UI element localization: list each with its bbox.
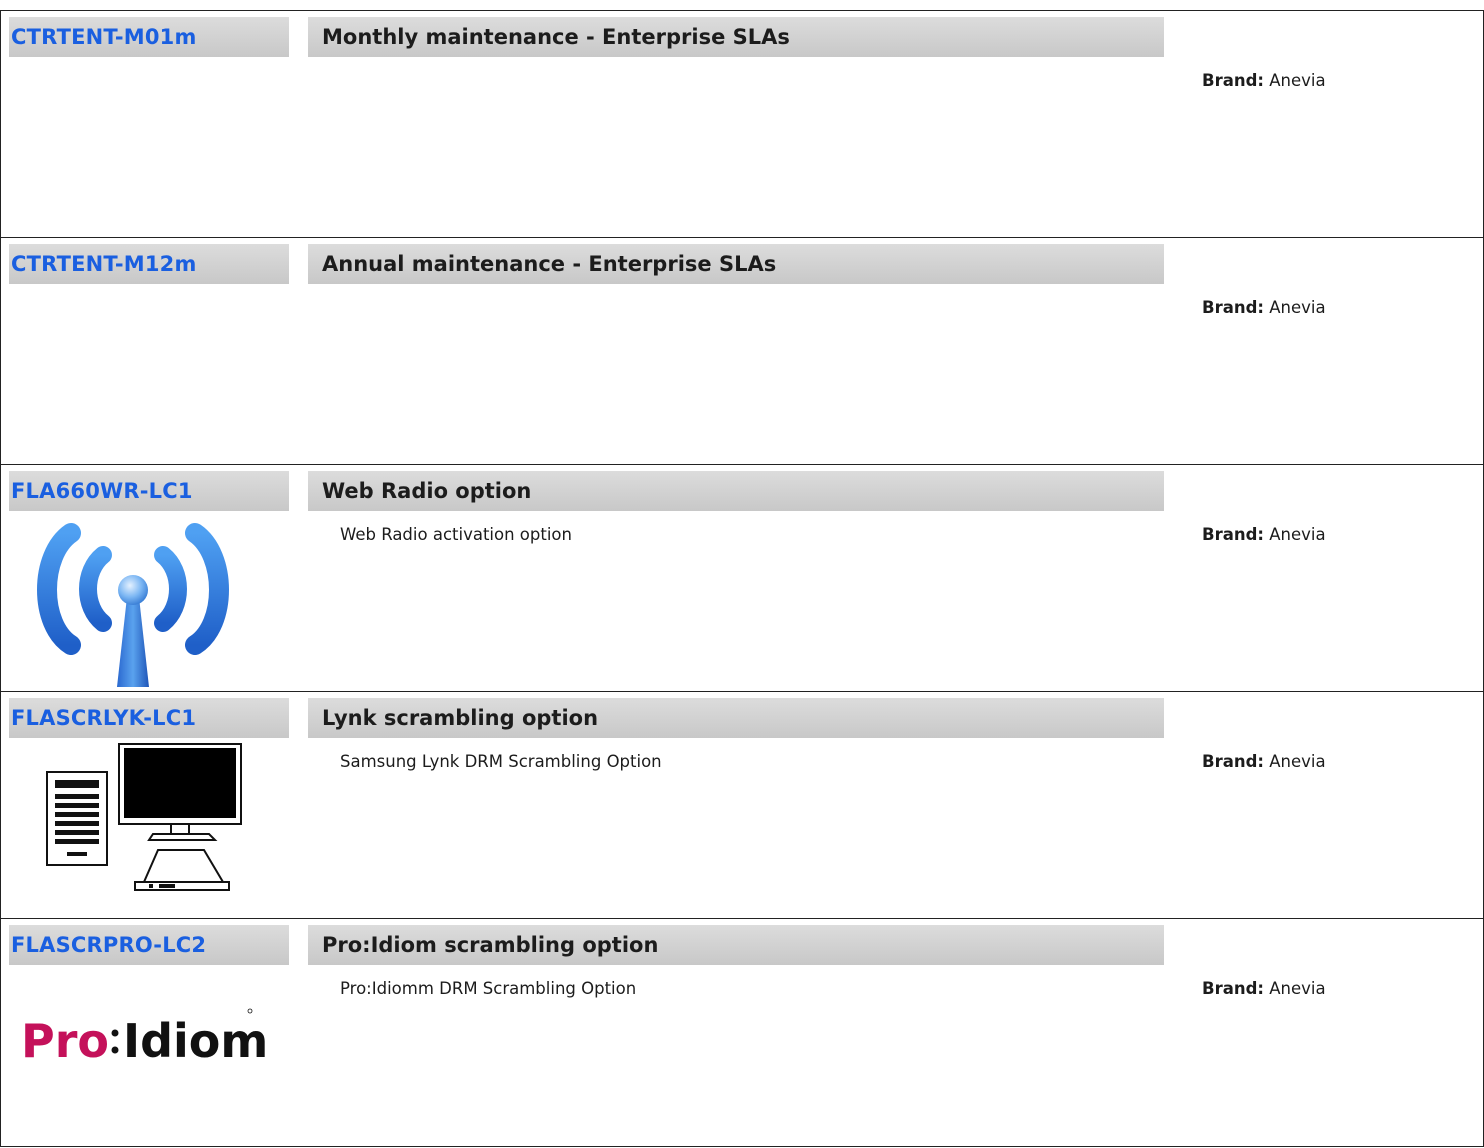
brand-value: Anevia: [1269, 525, 1326, 544]
brand-label: Brand:: [1202, 752, 1265, 771]
product-brand: Brand: Anevia: [1202, 979, 1326, 998]
svg-text:Pro: Pro: [21, 1014, 109, 1068]
product-row: CTRTENT-M12m Annual maintenance - Enterp…: [0, 237, 1484, 464]
product-row: FLASCRPRO-LC2 Pro:Idiom scrambling optio…: [0, 918, 1484, 1147]
product-sku-link[interactable]: CTRTENT-M12m: [9, 244, 289, 284]
svg-text:Idiom: Idiom: [123, 1014, 268, 1068]
product-title: Pro:Idiom scrambling option: [308, 925, 1164, 965]
brand-value: Anevia: [1269, 71, 1326, 90]
product-list: CTRTENT-M01m Monthly maintenance - Enter…: [0, 10, 1484, 1147]
product-sku-link[interactable]: CTRTENT-M01m: [9, 17, 289, 57]
product-brand: Brand: Anevia: [1202, 71, 1326, 90]
product-title: Annual maintenance - Enterprise SLAs: [308, 244, 1164, 284]
product-description: Samsung Lynk DRM Scrambling Option: [340, 752, 662, 771]
product-brand: Brand: Anevia: [1202, 298, 1326, 317]
product-sku-link[interactable]: FLASCRPRO-LC2: [9, 925, 289, 965]
brand-label: Brand:: [1202, 298, 1265, 317]
product-row: CTRTENT-M01m Monthly maintenance - Enter…: [0, 10, 1484, 237]
brand-value: Anevia: [1269, 752, 1326, 771]
product-image[interactable]: Pro Idiom: [9, 969, 289, 1144]
product-sku-link[interactable]: FLASCRLYK-LC1: [9, 698, 289, 738]
brand-label: Brand:: [1202, 525, 1265, 544]
product-brand: Brand: Anevia: [1202, 752, 1326, 771]
product-image[interactable]: [9, 742, 289, 917]
wifi-antenna-icon: [37, 523, 229, 687]
product-row: FLA660WR-LC1 Web Radio option Web Radio …: [0, 464, 1484, 691]
product-row: FLASCRLYK-LC1 Lynk scrambling option Sam…: [0, 691, 1484, 918]
brand-value: Anevia: [1269, 979, 1326, 998]
proidiom-logo: Pro Idiom: [21, 1008, 268, 1068]
product-description: Web Radio activation option: [340, 525, 572, 544]
product-brand: Brand: Anevia: [1202, 525, 1326, 544]
brand-label: Brand:: [1202, 71, 1265, 90]
product-title: Lynk scrambling option: [308, 698, 1164, 738]
product-image[interactable]: [9, 515, 289, 690]
product-sku-link[interactable]: FLA660WR-LC1: [9, 471, 289, 511]
product-description: Pro:Idiomm DRM Scrambling Option: [340, 979, 637, 998]
product-title: Monthly maintenance - Enterprise SLAs: [308, 17, 1164, 57]
brand-label: Brand:: [1202, 979, 1265, 998]
server-monitor-settopbox-icon: [46, 743, 242, 891]
brand-value: Anevia: [1269, 298, 1326, 317]
product-title: Web Radio option: [308, 471, 1164, 511]
